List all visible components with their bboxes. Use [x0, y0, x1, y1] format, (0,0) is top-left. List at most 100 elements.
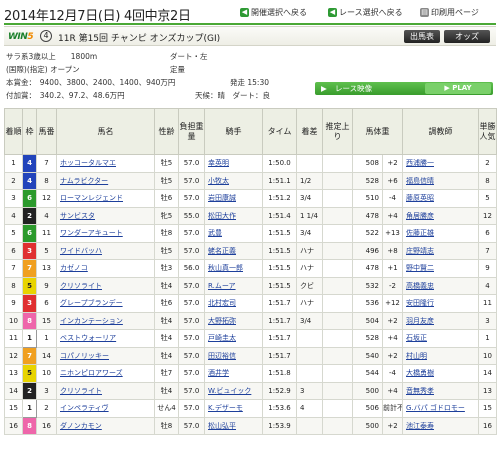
horse-name-link[interactable]: コパノリッキー [56, 346, 155, 365]
horse-name-link[interactable]: インカンテーション [56, 311, 155, 330]
trainer-link[interactable]: 音無秀孝 [402, 381, 479, 400]
popularity-cell: 13 [478, 381, 497, 400]
meeting-select-link[interactable]: ◀ 開催選択へ戻る [240, 7, 307, 18]
time-cell: 1:50.0 [262, 154, 297, 173]
horse-name-link[interactable]: ナムラビクター [56, 171, 155, 190]
jockey-link[interactable]: 松山弘平 [204, 416, 263, 435]
trainer-link[interactable]: G.バパ ゴドロモー [402, 399, 479, 418]
table-row: 5 6 11 ワンダーアキュート 牡8 57.0 武豊 1:51.5 3/4 522 +13 佐藤正雄… [4, 224, 497, 243]
weight-cell: 57.0 [178, 276, 205, 295]
horse-name-link[interactable]: ワンダーアキュート [56, 224, 155, 243]
number-cell: 10 [36, 364, 57, 383]
jockey-link[interactable]: 田辺裕信 [204, 346, 263, 365]
waku-cell: 5 [22, 364, 37, 383]
jockey-link[interactable]: K.デザーモ [204, 399, 263, 418]
horse-name-link[interactable]: ローマンレジェンド [56, 189, 155, 208]
horse-name-link[interactable]: グレープブランデー [56, 294, 155, 313]
body-weight-cell: 532 [352, 276, 383, 295]
trainer-link[interactable]: 野中賢二 [402, 259, 479, 278]
time-cell: 1:51.7 [262, 346, 297, 365]
race-select-link[interactable]: ◀ レース選択へ戻る [328, 7, 403, 18]
jockey-link[interactable]: 武豊 [204, 224, 263, 243]
trainer-link[interactable]: 福島信晴 [402, 171, 479, 190]
horse-name-link[interactable]: クリソライト [56, 276, 155, 295]
jockey-link[interactable]: 北村宏司 [204, 294, 263, 313]
waku-cell: 7 [22, 259, 37, 278]
horse-name-link[interactable]: ホッコータルマエ [56, 154, 155, 173]
rank-cell: 7 [4, 259, 23, 278]
waku-cell: 8 [22, 416, 37, 435]
sex-age-cell: 牡5 [154, 171, 179, 190]
weight-cell: 57.0 [178, 171, 205, 190]
body-weight-change-cell: +6 [382, 171, 403, 190]
body-weight-cell: 500 [352, 416, 383, 435]
number-cell: 8 [36, 171, 57, 190]
meeting-select-label: 開催選択へ戻る [251, 8, 307, 17]
trainer-link[interactable]: 羽月友彦 [402, 311, 479, 330]
col-jockey: 騎手 [204, 108, 263, 155]
body-weight-cell: 528 [352, 329, 383, 348]
waku-cell: 6 [22, 224, 37, 243]
jockey-link[interactable]: R.ムーア [204, 276, 263, 295]
trainer-link[interactable]: 石坂正 [402, 329, 479, 348]
body-weight-change-cell: +4 [382, 206, 403, 225]
jockey-link[interactable]: 岩田康誠 [204, 189, 263, 208]
jockey-link[interactable]: 蛯名正義 [204, 241, 263, 260]
race-card-button[interactable]: 出馬表 [404, 30, 440, 43]
time-cell: 1:52.9 [262, 381, 297, 400]
race-video-label: レース映像 [335, 84, 373, 93]
rank-cell: 16 [4, 416, 23, 435]
popularity-cell: 14 [478, 364, 497, 383]
trainer-link[interactable]: 佐藤正雄 [402, 224, 479, 243]
play-button[interactable]: ▶ PLAY [425, 83, 491, 94]
odds-button[interactable]: オッズ [444, 30, 490, 43]
margin-cell: 3/4 [296, 224, 323, 243]
print-page-link[interactable]: ▤ 印刷用ページ [420, 7, 479, 18]
body-weight-change-cell: -4 [382, 364, 403, 383]
accent-divider [4, 23, 496, 25]
horse-name-link[interactable]: クリソライト [56, 381, 155, 400]
jockey-link[interactable]: 幸英明 [204, 154, 263, 173]
jockey-link[interactable]: W.ビュイック [204, 381, 263, 400]
body-weight-change-cell: +2 [382, 154, 403, 173]
final-time-cell [322, 346, 353, 365]
final-time-cell [322, 206, 353, 225]
popularity-cell: 4 [478, 276, 497, 295]
horse-name-link[interactable]: カゼノコ [56, 259, 155, 278]
margin-cell: 3/4 [296, 311, 323, 330]
body-weight-change-cell: +8 [382, 241, 403, 260]
jockey-link[interactable]: 松田大作 [204, 206, 263, 225]
horse-name-link[interactable]: サンビスタ [56, 206, 155, 225]
waku-cell: 8 [22, 311, 37, 330]
trainer-link[interactable]: 庄野靖志 [402, 241, 479, 260]
added-money: 付加賞： 340.2、97.2、48.6万円 [6, 91, 125, 100]
horse-name-link[interactable]: ワイドバッハ [56, 241, 155, 260]
horse-name-link[interactable]: ベストウォーリア [56, 329, 155, 348]
body-weight-cell: 528 [352, 171, 383, 190]
trainer-link[interactable]: 角居勝彦 [402, 206, 479, 225]
jockey-link[interactable]: 小牧太 [204, 171, 263, 190]
popularity-cell: 9 [478, 259, 497, 278]
jockey-link[interactable]: 秋山真一郎 [204, 259, 263, 278]
horse-name-link[interactable]: ダノンカモン [56, 416, 155, 435]
table-row: 16 8 16 ダノンカモン 牡8 57.0 松山弘平 1:53.9 500 +2 池江泰寿 16 [4, 416, 497, 435]
horse-name-link[interactable]: インペラティヴ [56, 399, 155, 418]
jockey-link[interactable]: 大野拓弥 [204, 311, 263, 330]
jockey-link[interactable]: 戸崎圭太 [204, 329, 263, 348]
trainer-link[interactable]: 大橋勇樹 [402, 364, 479, 383]
col-body-weight: 馬体重 [352, 108, 403, 155]
weight-cell: 57.0 [178, 399, 205, 418]
prize-money: 本賞金： 9400、3800、2400、1400、940万円 [6, 78, 176, 87]
horse-name-link[interactable]: ニホンピロアワーズ [56, 364, 155, 383]
trainer-link[interactable]: 池江泰寿 [402, 416, 479, 435]
time-cell: 1:51.4 [262, 206, 297, 225]
trainer-link[interactable]: 藤原英昭 [402, 189, 479, 208]
trainer-link[interactable]: 安田隆行 [402, 294, 479, 313]
waku-cell: 4 [22, 154, 37, 173]
margin-cell: ハナ [296, 294, 323, 313]
trainer-link[interactable]: 西浦勝一 [402, 154, 479, 173]
trainer-link[interactable]: 高橋義忠 [402, 276, 479, 295]
body-weight-change-cell: +13 [382, 224, 403, 243]
trainer-link[interactable]: 村山明 [402, 346, 479, 365]
jockey-link[interactable]: 酒井学 [204, 364, 263, 383]
